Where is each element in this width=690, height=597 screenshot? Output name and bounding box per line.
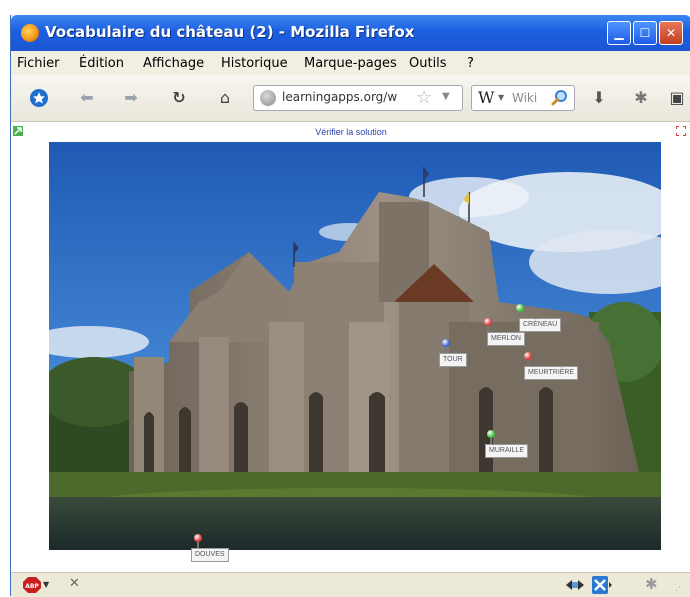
pin-label-muraille[interactable]: MURAILLE — [485, 444, 529, 458]
search-engine-dropdown-icon[interactable]: ▼ — [498, 93, 504, 102]
pin-head-meurtriere[interactable] — [524, 352, 532, 360]
browser-window: Vocabulaire du château (2) - Mozilla Fir… — [10, 15, 690, 597]
search-input[interactable]: Wiki — [512, 91, 537, 105]
pin-head-tour[interactable] — [442, 339, 450, 347]
addon-toolbar-icon[interactable]: ▣ — [667, 88, 687, 108]
close-button[interactable]: ✕ — [659, 21, 683, 45]
fullscreen-icon[interactable] — [676, 126, 686, 136]
pin-label-creneau[interactable]: CRÉNEAU — [519, 318, 562, 332]
globe-icon — [260, 90, 276, 106]
pin-head-douves[interactable] — [194, 534, 202, 542]
url-text[interactable]: learningapps.org/w — [282, 90, 402, 104]
pin-head-merlon[interactable] — [484, 318, 492, 326]
download-arrow-icon[interactable]: ⬇ — [589, 88, 609, 108]
adblock-plus-icon[interactable]: ABP — [23, 577, 41, 593]
menu-historique[interactable]: Historique — [221, 56, 288, 71]
pin-label-douves[interactable]: DOUVES — [191, 548, 229, 562]
pin-label-meurtriere[interactable]: MEURTRIÈRE — [524, 366, 579, 380]
bookmark-star-outline-icon[interactable]: ☆ — [416, 87, 432, 108]
bookmark-star-icon[interactable] — [29, 88, 49, 108]
castle-photo — [49, 142, 661, 550]
wikipedia-icon[interactable]: W — [478, 88, 494, 107]
addon-puzzle-icon[interactable]: ✱ — [645, 575, 658, 593]
pin-label-tour[interactable]: TOUR — [439, 353, 467, 367]
menu-fichier[interactable]: Fichier — [17, 56, 60, 71]
firefox-logo-icon — [21, 24, 39, 42]
menu-affichage[interactable]: Affichage — [143, 56, 204, 71]
menu-edition[interactable]: Édition — [79, 56, 124, 71]
page-content: Vérifier la solution CRÉNEAU MERLON TOUR… — [11, 122, 690, 572]
menu-marque-pages[interactable]: Marque-pages — [304, 56, 397, 71]
minimize-button[interactable]: ▁ — [607, 21, 631, 45]
reload-icon[interactable]: ↻ — [169, 88, 189, 108]
xmarks-icon[interactable] — [592, 576, 612, 594]
check-solution-link[interactable]: Vérifier la solution — [11, 127, 690, 137]
menu-outils[interactable]: Outils — [409, 56, 447, 71]
addon-puzzle-icon[interactable]: ✱ — [631, 88, 651, 108]
menu-help[interactable]: ? — [467, 56, 474, 71]
adblock-dropdown-icon[interactable]: ▼ — [43, 580, 49, 589]
status-bar: ABP ▼ ✕ ✱ ⋰ — [11, 572, 690, 597]
pin-head-creneau[interactable] — [516, 304, 524, 312]
close-icon[interactable]: ✕ — [69, 576, 80, 591]
title-bar[interactable]: Vocabulaire du château (2) - Mozilla Fir… — [11, 15, 690, 51]
back-arrow-icon[interactable]: ⬅ — [77, 88, 97, 108]
pin-label-merlon[interactable]: MERLON — [487, 332, 525, 346]
url-dropdown-icon[interactable]: ▼ — [442, 91, 450, 102]
url-bar[interactable]: learningapps.org/w ☆ ▼ — [253, 85, 463, 111]
magnifier-icon[interactable] — [550, 88, 570, 108]
pin-head-muraille[interactable] — [487, 430, 495, 438]
menu-bar: Fichier Édition Affichage Historique Mar… — [11, 51, 690, 76]
svg-text:ABP: ABP — [25, 583, 39, 590]
home-icon[interactable]: ⌂ — [215, 88, 235, 108]
nav-arrows-icon[interactable] — [566, 578, 584, 592]
window-title: Vocabulaire du château (2) - Mozilla Fir… — [45, 23, 415, 41]
resize-grip-icon[interactable]: ⋰ — [675, 583, 684, 593]
navigation-toolbar: ⬅ ➡ ↻ ⌂ learningapps.org/w ☆ ▼ W ▼ Wiki … — [11, 75, 690, 122]
maximize-button[interactable]: ☐ — [633, 21, 657, 45]
search-bar[interactable]: W ▼ Wiki — [471, 85, 575, 111]
forward-arrow-icon[interactable]: ➡ — [121, 88, 141, 108]
